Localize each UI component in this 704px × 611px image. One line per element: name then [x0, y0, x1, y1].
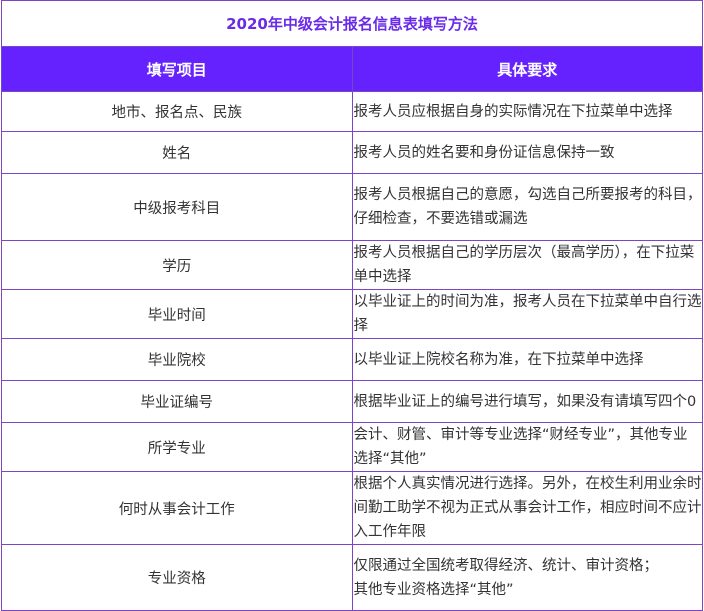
table-row: 中级报考科目 报考人员根据自己的意愿，勾选自己所要报考的科目，仔细检查，不要选错或… [1, 173, 703, 241]
row-requirement: 以毕业证上院校名称为准，在下拉菜单中选择 [351, 338, 703, 381]
row-item: 毕业院校 [1, 338, 353, 381]
header-item: 填写项目 [1, 46, 353, 92]
row-item: 地市、报名点、民族 [1, 91, 353, 132]
table-row: 学历 报考人员根据自己的学历层次（最高学历），在下拉菜单中选择 [1, 240, 703, 290]
row-requirement: 根据毕业证上的编号进行填写，如果没有请填写四个0 [351, 380, 703, 423]
table-row: 毕业证编号 根据毕业证上的编号进行填写，如果没有请填写四个0 [1, 380, 703, 423]
requirement-line: 会计、财管、审计等专业选择“财经专业”，其他专业选择“其他” [353, 427, 688, 467]
row-requirement: 仅限通过全国统考取得经济、统计、审计资格； 其他专业资格选择“其他” [351, 544, 703, 611]
table-header-row: 填写项目 具体要求 [1, 46, 703, 92]
requirement-line: 仅限通过全国统考取得经济、统计、审计资格； [353, 557, 659, 574]
table-row: 姓名 报考人员的姓名要和身份证信息保持一致 [1, 131, 703, 174]
row-requirement: 报考人员的姓名要和身份证信息保持一致 [351, 131, 703, 174]
row-item: 所学专业 [1, 422, 353, 472]
table-row: 何时从事会计工作 根据个人真实情况进行选择。另外，在校生利用业余时间勤工助学不视为… [1, 471, 703, 545]
table-row: 专业资格 仅限通过全国统考取得经济、统计、审计资格； 其他专业资格选择“其他” [1, 544, 703, 611]
header-requirement: 具体要求 [351, 46, 703, 92]
row-requirement: 报考人员根据自己的意愿，勾选自己所要报考的科目，仔细检查，不要选错或漏选 [351, 173, 703, 241]
requirement-line: 报考人员的姓名要和身份证信息保持一致 [353, 144, 615, 161]
requirement-line: 报考人员根据自己的学历层次（最高学历），在下拉菜单中选择 [353, 245, 695, 285]
requirement-line: 报考人员根据自己的意愿，勾选自己所要报考的科目，仔细检查，不要选错或漏选 [353, 187, 702, 227]
table-row: 毕业院校 以毕业证上院校名称为准，在下拉菜单中选择 [1, 338, 703, 381]
row-requirement: 根据个人真实情况进行选择。另外，在校生利用业余时间勤工助学不视为正式从事会计工作… [351, 471, 703, 545]
row-item: 专业资格 [1, 544, 353, 611]
row-item: 学历 [1, 240, 353, 290]
row-item: 中级报考科目 [1, 173, 353, 241]
requirement-line: 以毕业证上院校名称为准，在下拉菜单中选择 [353, 351, 644, 368]
row-item: 毕业证编号 [1, 380, 353, 423]
requirement-line: 根据个人真实情况进行选择。另外，在校生利用业余时间勤工助学不视为正式从事会计工作… [353, 476, 702, 540]
table-row: 地市、报名点、民族 报考人员应根据自身的实际情况在下拉菜单中选择 [1, 91, 703, 132]
requirement-line: 以毕业证上的时间为准，报考人员在下拉菜单中自行选择 [353, 294, 702, 334]
requirement-line: 根据毕业证上的编号进行填写，如果没有请填写四个0 [353, 393, 697, 410]
table-row: 毕业时间 以毕业证上的时间为准，报考人员在下拉菜单中自行选择 [1, 289, 703, 339]
row-item: 毕业时间 [1, 289, 353, 339]
requirement-line: 报考人员应根据自身的实际情况在下拉菜单中选择 [353, 103, 673, 120]
row-requirement: 以毕业证上的时间为准，报考人员在下拉菜单中自行选择 [351, 289, 703, 339]
row-item: 何时从事会计工作 [1, 471, 353, 545]
row-requirement: 报考人员应根据自身的实际情况在下拉菜单中选择 [351, 91, 703, 132]
row-requirement: 报考人员根据自己的学历层次（最高学历），在下拉菜单中选择 [351, 240, 703, 290]
row-item: 姓名 [1, 131, 353, 174]
row-requirement: 会计、财管、审计等专业选择“财经专业”，其他专业选择“其他” [351, 422, 703, 472]
registration-info-table: 2020年中级会计报名信息表填写方法 填写项目 具体要求 地市、报名点、民族 报考… [1, 0, 703, 611]
table-title: 2020年中级会计报名信息表填写方法 [1, 0, 703, 47]
table-row: 所学专业 会计、财管、审计等专业选择“财经专业”，其他专业选择“其他” [1, 422, 703, 472]
requirement-line: 其他专业资格选择“其他” [353, 581, 514, 598]
